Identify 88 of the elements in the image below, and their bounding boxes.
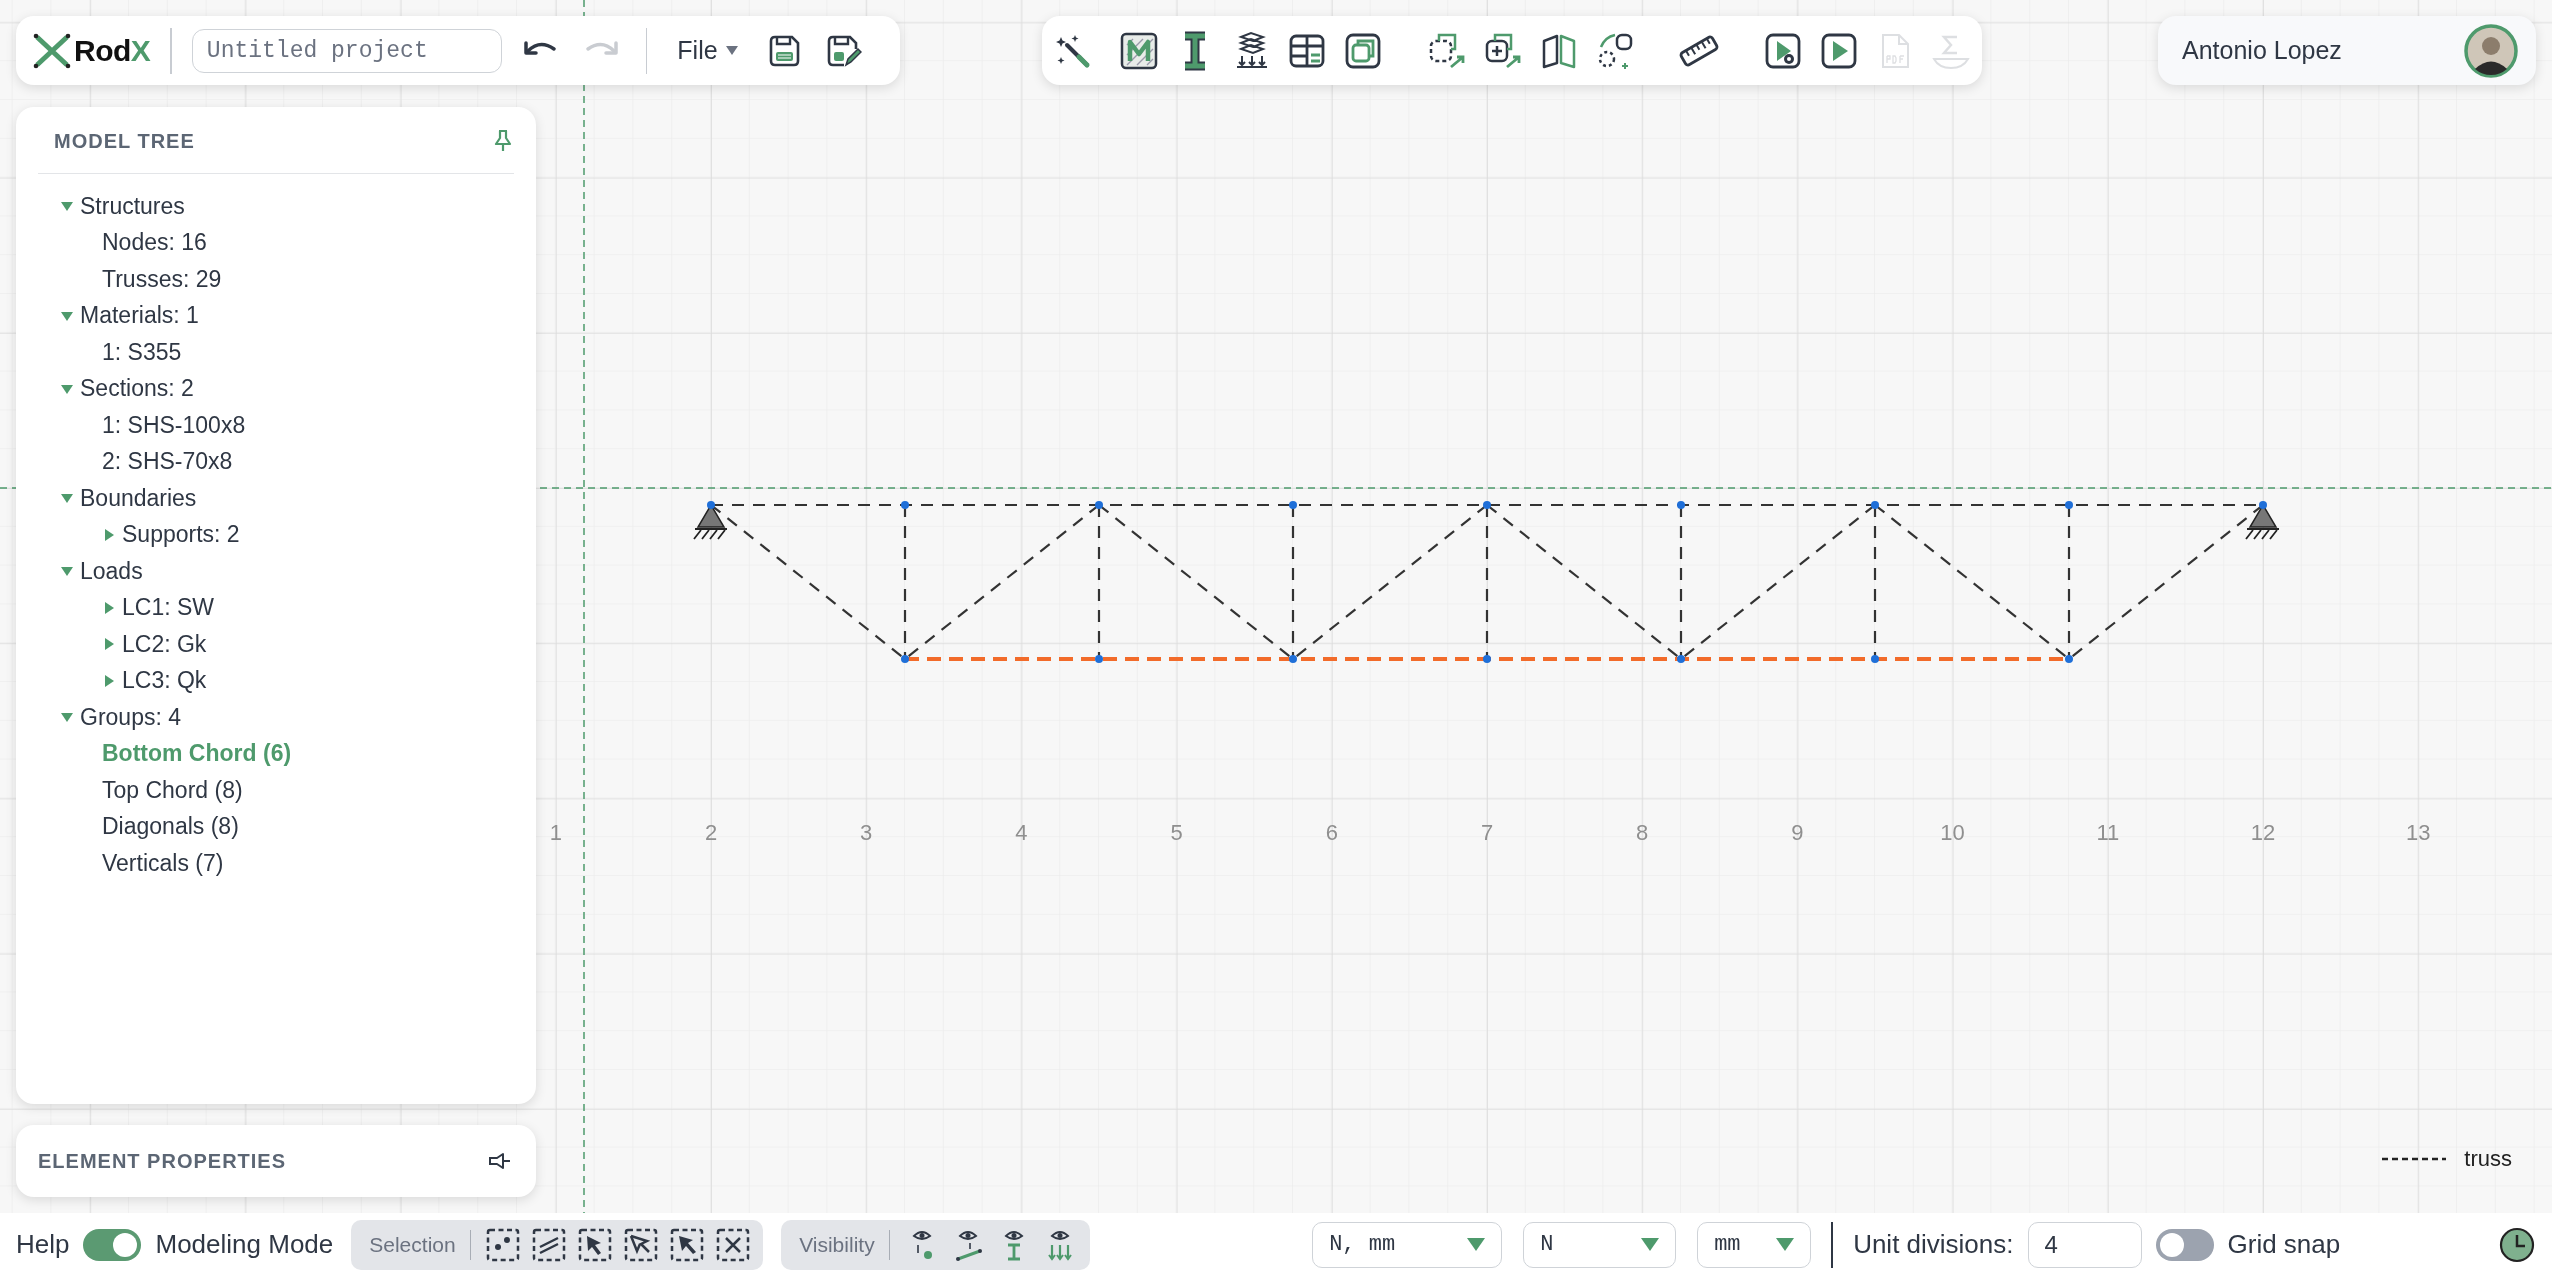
axis-label: 6 [1325,820,1338,845]
caret-icon[interactable] [725,45,738,56]
select-pointer-icon[interactable] [669,1226,706,1263]
caret-icon[interactable] [1467,1237,1486,1252]
select-pick-many-icon[interactable] [623,1226,660,1263]
node-point [707,501,715,509]
help-link[interactable]: Help [16,1229,70,1260]
tree-item[interactable]: 1: SHS-100x8 [102,411,246,439]
unit-dropdown[interactable]: N [1523,1221,1677,1268]
user-card[interactable]: Antonio Lopez [2158,16,2536,85]
tree-item[interactable]: Supports: 2 [122,521,240,549]
unit-dropdown[interactable]: N, mm [1312,1221,1503,1268]
node-point [1677,501,1685,509]
caret-icon[interactable] [1641,1237,1660,1252]
node-point [1483,501,1491,509]
node-point [1095,501,1103,509]
logo-cross-icon [32,32,72,69]
node-point [2259,501,2267,509]
user-name: Antonio Lopez [2182,36,2342,65]
axis-label: 11 [2096,820,2120,845]
tree-item[interactable]: LC2: Gk [122,630,207,658]
clock-icon[interactable] [2498,1225,2536,1264]
tree-item[interactable]: 1: S355 [102,338,182,366]
modeling-mode-toggle[interactable] [83,1228,142,1261]
tree-item[interactable]: Structures [80,192,185,220]
collapsed-arrow-icon[interactable] [102,600,116,615]
axis-label: 3 [860,820,873,845]
legend-label: truss [2464,1146,2512,1172]
avatar-icon [2464,23,2518,78]
node-point [1095,655,1103,663]
axis-label: 10 [1940,820,1965,845]
tree-item[interactable]: Nodes: 16 [102,229,207,257]
select-pick-icon[interactable] [577,1226,614,1263]
axis-label: 1 [549,820,562,845]
panel-title: ELEMENT PROPERTIES [38,1149,287,1173]
panel-title: MODEL TREE [54,129,195,153]
tree-item[interactable]: Materials: 1 [80,302,199,330]
axis-label: 2 [704,820,718,845]
logo-text: RodX [74,33,151,68]
dashed-line-icon [2382,1157,2447,1161]
axis-label: 13 [2405,820,2431,845]
collapsed-arrow-icon[interactable] [102,637,116,652]
axis-label: 9 [1791,820,1804,845]
node-point [2065,501,2073,509]
tree-item[interactable]: Verticals (7) [102,849,224,877]
file-menu[interactable]: File [667,32,748,69]
axis-label: 7 [1480,820,1494,845]
axis-label: 5 [1170,820,1183,845]
node-point [1289,501,1297,509]
toolbar-label: Selection [369,1232,456,1257]
select-clear-icon[interactable] [715,1226,752,1263]
tree-item[interactable]: Diagonals (8) [102,813,239,841]
tree-item[interactable]: Sections: 2 [80,375,194,403]
node-point [1871,655,1879,663]
toggle-label: Modeling Mode [155,1229,334,1260]
unpin-icon[interactable] [488,1150,512,1172]
caret-icon[interactable] [1776,1237,1795,1252]
select-nodes-icon[interactable] [485,1226,522,1263]
collapsed-arrow-icon[interactable] [102,527,116,542]
tree-item[interactable]: Boundaries [80,484,197,512]
node-point [1871,501,1879,509]
node-point [1483,655,1491,663]
toggle-label: Grid snap [2227,1229,2341,1260]
grid-snap-toggle[interactable] [2155,1228,2214,1261]
material-tool-icon[interactable] [1119,30,1159,71]
node-point [901,655,909,663]
toolbar-label: Visibility [799,1232,875,1257]
node-point [2065,655,2073,663]
unit-divisions-field[interactable]: 4 [2027,1221,2142,1268]
node-point [1677,655,1685,663]
tree-item[interactable]: Trusses: 29 [102,265,222,293]
tree-item[interactable]: 2: SHS-70x8 [102,448,233,476]
node-point [1289,655,1297,663]
field-label: Unit divisions: [1853,1229,2014,1260]
pin-icon[interactable] [492,129,514,153]
collapsed-arrow-icon[interactable] [102,673,116,688]
axis-label: 12 [2250,820,2276,845]
tree-item[interactable]: LC1: SW [122,594,215,622]
axis-label: 4 [1015,820,1028,845]
select-members-icon[interactable] [531,1226,568,1263]
tree-item[interactable]: Loads [80,557,143,585]
unit-dropdown[interactable]: mm [1697,1221,1812,1268]
node-point [901,501,909,509]
project-name-field[interactable]: Untitled project [191,28,502,73]
tree-item[interactable]: Groups: 4 [80,703,181,731]
tree-item[interactable]: LC3: Qk [122,667,207,695]
tree-item[interactable]: Top Chord (8) [102,776,243,804]
axis-label: 8 [1636,820,1649,845]
